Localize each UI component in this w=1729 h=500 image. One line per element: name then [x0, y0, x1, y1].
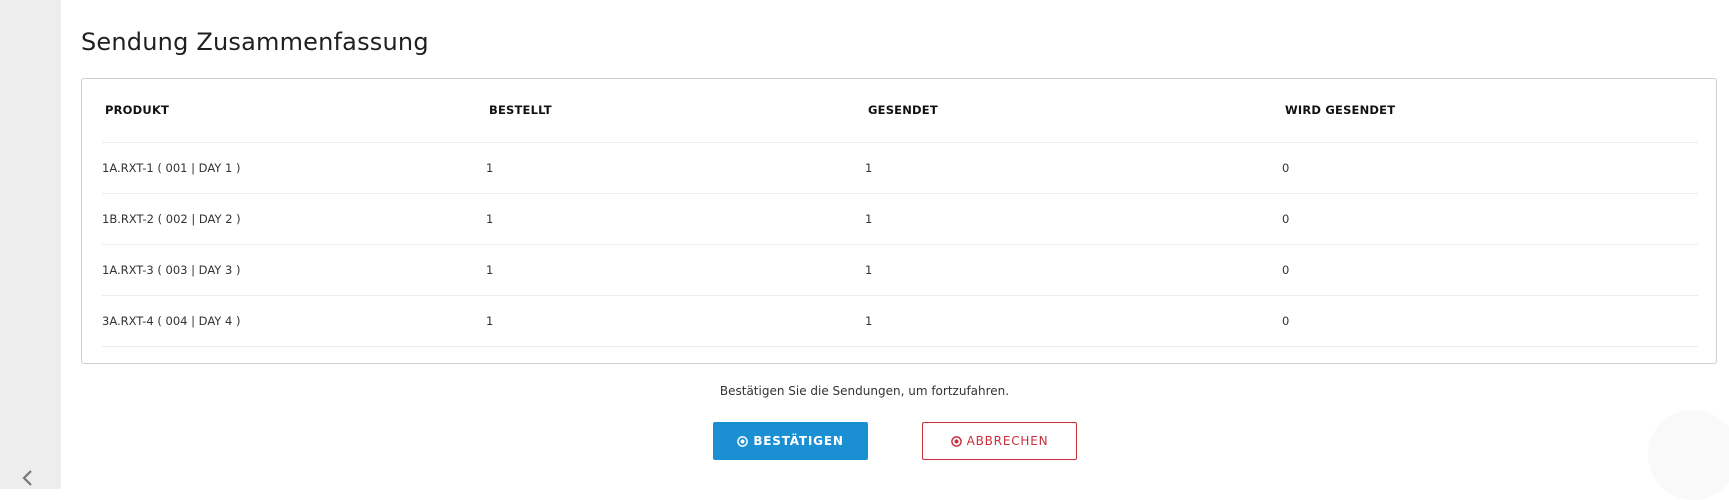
- cell-ordered: 1: [486, 142, 865, 194]
- corner-decoration: [1648, 410, 1729, 500]
- table-row: 1B.RXT-2 ( 002 | DAY 2 ) 1 1 0: [102, 193, 1698, 245]
- sidebar-collapse-toggle[interactable]: [17, 469, 37, 492]
- cell-sent: 1: [865, 295, 1282, 347]
- shipment-summary-card: PRODUKT BESTELLT GESENDET WIRD GESENDET …: [81, 78, 1717, 364]
- cell-sent: 1: [865, 142, 1282, 194]
- cancel-button[interactable]: ABBRECHEN: [922, 422, 1077, 460]
- cell-ordered: 1: [486, 244, 865, 296]
- cell-to-send: 0: [1282, 193, 1698, 245]
- cell-sent: 1: [865, 244, 1282, 296]
- confirm-button-label: BESTÄTIGEN: [753, 434, 844, 448]
- cell-product: 3A.RXT-4 ( 004 | DAY 4 ): [102, 295, 486, 347]
- table-header-row: PRODUKT BESTELLT GESENDET WIRD GESENDET: [102, 79, 1698, 143]
- cancel-button-label: ABBRECHEN: [966, 434, 1049, 448]
- column-header-sent: GESENDET: [865, 79, 1282, 143]
- shipment-summary-table: PRODUKT BESTELLT GESENDET WIRD GESENDET …: [102, 79, 1698, 347]
- table-row: 3A.RXT-4 ( 004 | DAY 4 ) 1 1 0: [102, 295, 1698, 347]
- table-row: 1A.RXT-1 ( 001 | DAY 1 ) 1 1 0: [102, 142, 1698, 194]
- confirm-button[interactable]: BESTÄTIGEN: [713, 422, 868, 460]
- check-circle-icon: [737, 435, 749, 447]
- confirmation-message: Bestätigen Sie die Sendungen, um fortzuf…: [719, 384, 1010, 398]
- cell-product: 1A.RXT-3 ( 003 | DAY 3 ): [102, 244, 486, 296]
- cell-ordered: 1: [486, 193, 865, 245]
- cell-to-send: 0: [1282, 244, 1698, 296]
- page-title: Sendung Zusammenfassung: [81, 28, 429, 56]
- column-header-ordered: BESTELLT: [486, 79, 865, 143]
- table-row: 1A.RXT-3 ( 003 | DAY 3 ) 1 1 0: [102, 244, 1698, 296]
- cell-product: 1A.RXT-1 ( 001 | DAY 1 ): [102, 142, 486, 194]
- sidebar: [0, 0, 61, 489]
- cell-to-send: 0: [1282, 142, 1698, 194]
- column-header-product: PRODUKT: [102, 79, 486, 143]
- close-circle-icon: [950, 435, 962, 447]
- chevron-left-icon: [21, 469, 33, 492]
- cell-to-send: 0: [1282, 295, 1698, 347]
- cell-sent: 1: [865, 193, 1282, 245]
- cell-product: 1B.RXT-2 ( 002 | DAY 2 ): [102, 193, 486, 245]
- column-header-to-send: WIRD GESENDET: [1282, 79, 1698, 143]
- cell-ordered: 1: [486, 295, 865, 347]
